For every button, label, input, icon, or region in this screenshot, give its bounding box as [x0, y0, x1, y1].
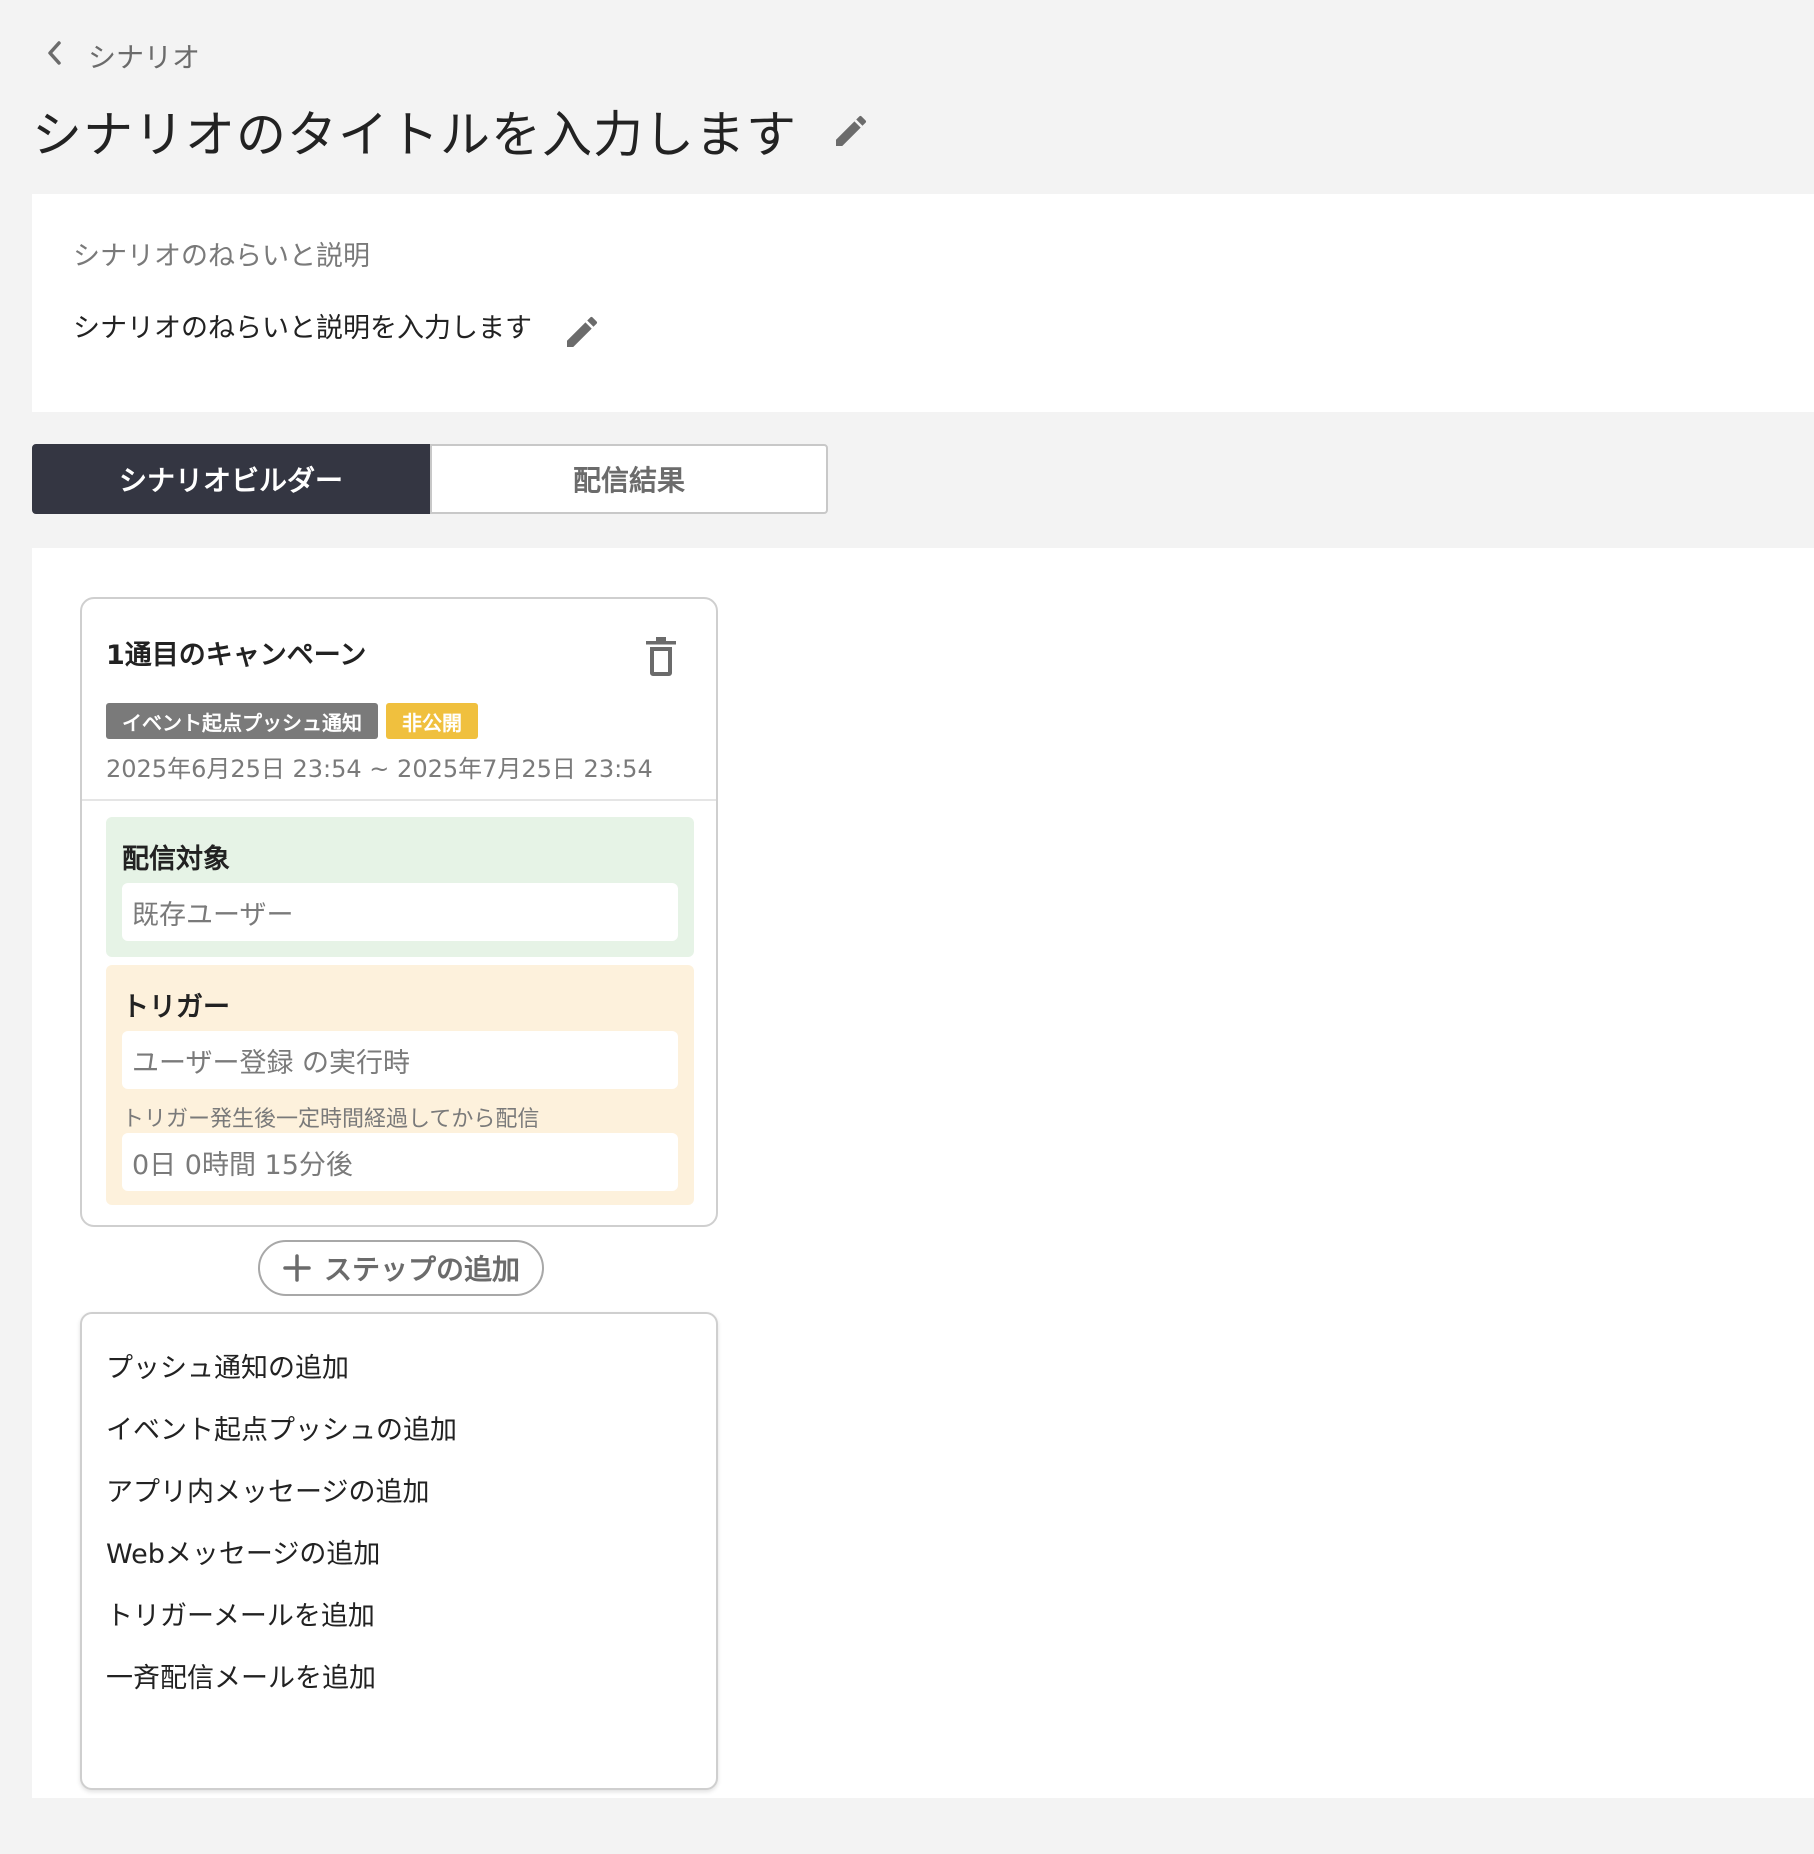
title-row: シナリオのタイトルを入力します	[32, 95, 871, 167]
description-panel: シナリオのねらいと説明 シナリオのねらいと説明を入力します	[32, 194, 1814, 412]
menu-item-add-in-app-message[interactable]: アプリ内メッセージの追加	[106, 1470, 429, 1509]
trigger-title: トリガー	[122, 992, 230, 1023]
trash-icon[interactable]	[644, 637, 678, 677]
chevron-left-icon	[44, 40, 66, 73]
target-value-field[interactable]: 既存ユーザー	[122, 883, 678, 941]
status-badge: 非公開	[386, 703, 478, 739]
scenario-builder-canvas: 1通目のキャンペーン イベント起点プッシュ通知 非公開 2025年6月25日 2…	[32, 548, 1814, 1798]
tab-delivery-results[interactable]: 配信結果	[430, 444, 828, 514]
menu-item-add-trigger-mail[interactable]: トリガーメールを追加	[106, 1594, 375, 1633]
menu-item-add-bulk-mail[interactable]: 一斉配信メールを追加	[106, 1656, 376, 1695]
description-row: シナリオのねらいと説明を入力します	[73, 306, 602, 352]
description-label: シナリオのねらいと説明	[73, 241, 370, 272]
step-title: 1通目のキャンペーン	[106, 640, 367, 671]
step-period: 2025年6月25日 23:54 ~ 2025年7月25日 23:54	[106, 755, 653, 783]
edit-title-pencil-icon[interactable]	[831, 111, 871, 151]
plus-icon	[282, 1253, 312, 1283]
target-title: 配信対象	[122, 844, 230, 875]
step-card-header: 1通目のキャンペーン イベント起点プッシュ通知 非公開 2025年6月25日 2…	[82, 599, 716, 801]
breadcrumb-label: シナリオ	[88, 41, 201, 74]
trigger-section: トリガー ユーザー登録 の実行時 トリガー発生後一定時間経過してから配信 0日 …	[106, 965, 694, 1205]
tab-scenario-builder[interactable]: シナリオビルダー	[32, 444, 430, 514]
edit-description-pencil-icon[interactable]	[562, 306, 602, 352]
tab-bar: シナリオビルダー 配信結果	[32, 444, 828, 514]
trigger-delay-field[interactable]: 0日 0時間 15分後	[122, 1133, 678, 1191]
add-step-label: ステップの追加	[323, 1253, 520, 1286]
menu-item-add-web-message[interactable]: Webメッセージの追加	[106, 1532, 380, 1571]
description-text: シナリオのねらいと説明を入力します	[73, 313, 532, 344]
page-title: シナリオのタイトルを入力します	[32, 106, 797, 164]
back-link[interactable]: シナリオ	[44, 36, 200, 76]
add-step-menu: プッシュ通知の追加 イベント起点プッシュの追加 アプリ内メッセージの追加 Web…	[80, 1312, 718, 1790]
type-badge: イベント起点プッシュ通知	[106, 703, 378, 739]
add-step-button[interactable]: ステップの追加	[258, 1240, 544, 1296]
step-badges: イベント起点プッシュ通知 非公開	[106, 703, 478, 739]
step-card[interactable]: 1通目のキャンペーン イベント起点プッシュ通知 非公開 2025年6月25日 2…	[80, 597, 718, 1227]
menu-item-add-push[interactable]: プッシュ通知の追加	[106, 1346, 349, 1385]
menu-item-add-event-push[interactable]: イベント起点プッシュの追加	[106, 1408, 457, 1447]
trigger-value-field[interactable]: ユーザー登録 の実行時	[122, 1031, 678, 1089]
target-section: 配信対象 既存ユーザー	[106, 817, 694, 957]
trigger-delay-note: トリガー発生後一定時間経過してから配信	[122, 1107, 540, 1132]
